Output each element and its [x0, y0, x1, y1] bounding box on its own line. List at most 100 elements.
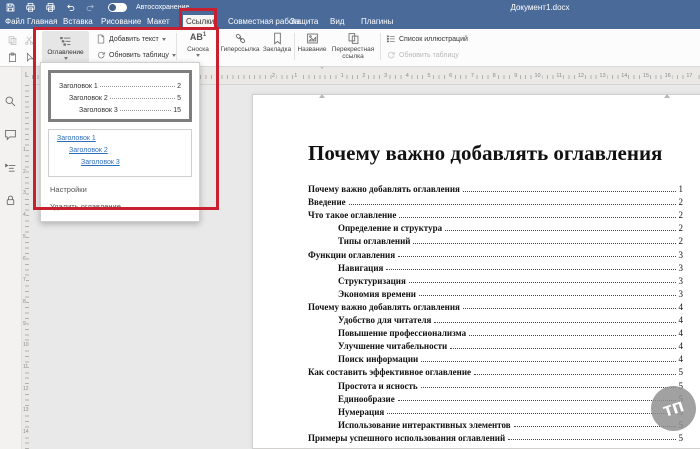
- menu-tab[interactable]: Макет: [144, 15, 173, 29]
- ruler-number: 2: [361, 72, 366, 80]
- comments-icon[interactable]: [4, 128, 17, 141]
- select-icon[interactable]: [21, 49, 37, 65]
- menu-tab[interactable]: Ссылки: [183, 15, 217, 29]
- print-icon[interactable]: [25, 2, 36, 13]
- autosave-toggle[interactable]: [108, 3, 127, 12]
- ruler-number: 7: [23, 277, 26, 283]
- hyperlink-icon: [234, 32, 247, 45]
- bookmark-button[interactable]: Закладка: [261, 32, 293, 53]
- toc-entry[interactable]: Удобство для читателя 4: [308, 312, 683, 325]
- document-page[interactable]: Почему важно добавлять оглавления Почему…: [252, 94, 700, 449]
- toc-entry[interactable]: Примеры успешного использования оглавлен…: [308, 430, 683, 443]
- toc-entry[interactable]: Экономия времени 3: [308, 286, 683, 299]
- toc-entry-page: 4: [679, 315, 684, 325]
- toc-entry[interactable]: Единообразие 5: [308, 391, 683, 404]
- ruler-number: 3: [383, 72, 388, 80]
- toc-entry[interactable]: Почему важно добавлять оглавления 4: [308, 299, 683, 312]
- toc-entry-label: Введение: [308, 197, 346, 207]
- toc-entry-label: Как составить эффективное оглавление: [308, 367, 471, 377]
- right-indent-marker[interactable]: [664, 77, 670, 95]
- toc-entry[interactable]: Почему важно добавлять оглавления 1: [308, 181, 683, 194]
- toc-entry[interactable]: Функции оглавления 3: [308, 246, 683, 259]
- figures-list-button[interactable]: Список иллюстраций: [386, 34, 468, 44]
- clipboard-group: [4, 32, 37, 65]
- menu-tab[interactable]: Вид: [327, 15, 347, 29]
- toc-entry-label: Нумерация: [338, 407, 384, 417]
- autosave-label: Автосохранение: [136, 4, 189, 11]
- v-ruler[interactable]: 1234567891011121314: [22, 85, 32, 449]
- dot-leader: [434, 322, 675, 323]
- toc-entry[interactable]: Введение 2: [308, 194, 683, 207]
- lock-icon[interactable]: [4, 194, 17, 207]
- caption-label: Название: [297, 46, 326, 53]
- menu-tab[interactable]: Плагины: [358, 15, 396, 29]
- figures-update-button[interactable]: Обновить таблицу: [386, 50, 459, 60]
- toc-entry[interactable]: Использование интерактивных элементов 5: [308, 417, 683, 430]
- menu-tab[interactable]: Рисование: [98, 15, 144, 29]
- cross-reference-button[interactable]: Перекрестнаяссылка: [330, 32, 376, 60]
- dot-leader: [450, 348, 675, 349]
- dot-leader: [386, 269, 675, 270]
- toc-entry[interactable]: Что такое оглавление 2: [308, 207, 683, 220]
- tab-stop-selector[interactable]: L: [22, 68, 32, 85]
- save-icon[interactable]: [5, 2, 16, 13]
- dot-leader: [514, 426, 676, 427]
- toc-entry[interactable]: Поиск информации 4: [308, 351, 683, 364]
- toc-entry[interactable]: Навигация 3: [308, 260, 683, 273]
- toc-settings-item[interactable]: Настройки: [48, 177, 192, 194]
- copy-icon[interactable]: [4, 32, 20, 48]
- ruler-number: 1: [293, 72, 298, 80]
- add-text-button[interactable]: Добавить текст: [96, 34, 166, 44]
- dot-leader: [421, 387, 676, 388]
- toc-entry-label: Повышение профессионализма: [338, 328, 466, 338]
- add-text-icon: [96, 34, 106, 44]
- dot-leader: [463, 308, 676, 309]
- toc-entry[interactable]: Как составить эффективное оглавление 5: [308, 364, 683, 377]
- dot-leader: [387, 413, 675, 414]
- toc-entry-label: Почему важно добавлять оглавления: [308, 184, 460, 194]
- ruler-number: 3: [23, 190, 26, 196]
- undo-icon[interactable]: [65, 2, 76, 13]
- footnote-button[interactable]: AB1 Сноска: [182, 32, 214, 57]
- headings-pane-icon[interactable]: [4, 161, 17, 174]
- toc-entry[interactable]: Типы оглавлений 2: [308, 233, 683, 246]
- paste-icon[interactable]: [4, 49, 20, 65]
- ruler-number: 4: [23, 212, 26, 218]
- ruler-number: 15: [642, 72, 650, 80]
- caption-button[interactable]: Название: [296, 32, 328, 53]
- hyperlink-button[interactable]: Гиперссылка: [219, 32, 261, 53]
- ruler-number: 2: [271, 72, 276, 80]
- window-title: Документ1.docx: [510, 3, 569, 12]
- toc-entry[interactable]: Простота и ясность 5: [308, 377, 683, 390]
- toc-entry[interactable]: Определение и структура 2: [308, 220, 683, 233]
- toc-style-numbered[interactable]: Заголовок 12 Заголовок 25 Заголовок 315: [50, 72, 190, 120]
- toc-button[interactable]: Оглавление: [42, 31, 89, 63]
- ruler-number: 17: [685, 72, 693, 80]
- cut-icon[interactable]: [21, 32, 37, 48]
- ruler-number: 12: [23, 386, 29, 392]
- dot-leader: [463, 191, 676, 192]
- toc-style-links[interactable]: Заголовок 1Заголовок 2Заголовок 3: [48, 129, 192, 177]
- left-indent-marker[interactable]: [319, 77, 325, 95]
- toc-entry[interactable]: Структуризация 3: [308, 273, 683, 286]
- toc-entry-label: Простота и ясность: [338, 381, 418, 391]
- redo-icon[interactable]: [85, 2, 96, 13]
- menu-tab[interactable]: Главная: [24, 15, 60, 29]
- ruler-number: 4: [405, 72, 410, 80]
- toc-entry[interactable]: Улучшение читабельности 4: [308, 338, 683, 351]
- toc-entry-page: 4: [679, 302, 684, 312]
- bookmark-label: Закладка: [263, 46, 291, 53]
- toc-link-row: Заголовок 3: [57, 159, 183, 171]
- toc-remove-item[interactable]: Удалить оглавление: [48, 194, 192, 218]
- update-table-button[interactable]: Обновить таблицу: [96, 50, 176, 60]
- quick-print-icon[interactable]: [45, 2, 56, 13]
- menu-tab[interactable]: Вставка: [60, 15, 96, 29]
- toc-style-row: Заголовок 25: [59, 90, 181, 102]
- add-text-label: Добавить текст: [109, 36, 159, 43]
- menu-tab[interactable]: Защита: [287, 15, 321, 29]
- search-icon[interactable]: [4, 95, 17, 108]
- toc-entry[interactable]: Нумерация 5: [308, 404, 683, 417]
- ribbon-separator: [176, 33, 177, 60]
- toc-entry-label: Что такое оглавление: [308, 210, 396, 220]
- toc-entry[interactable]: Повышение профессионализма 4: [308, 325, 683, 338]
